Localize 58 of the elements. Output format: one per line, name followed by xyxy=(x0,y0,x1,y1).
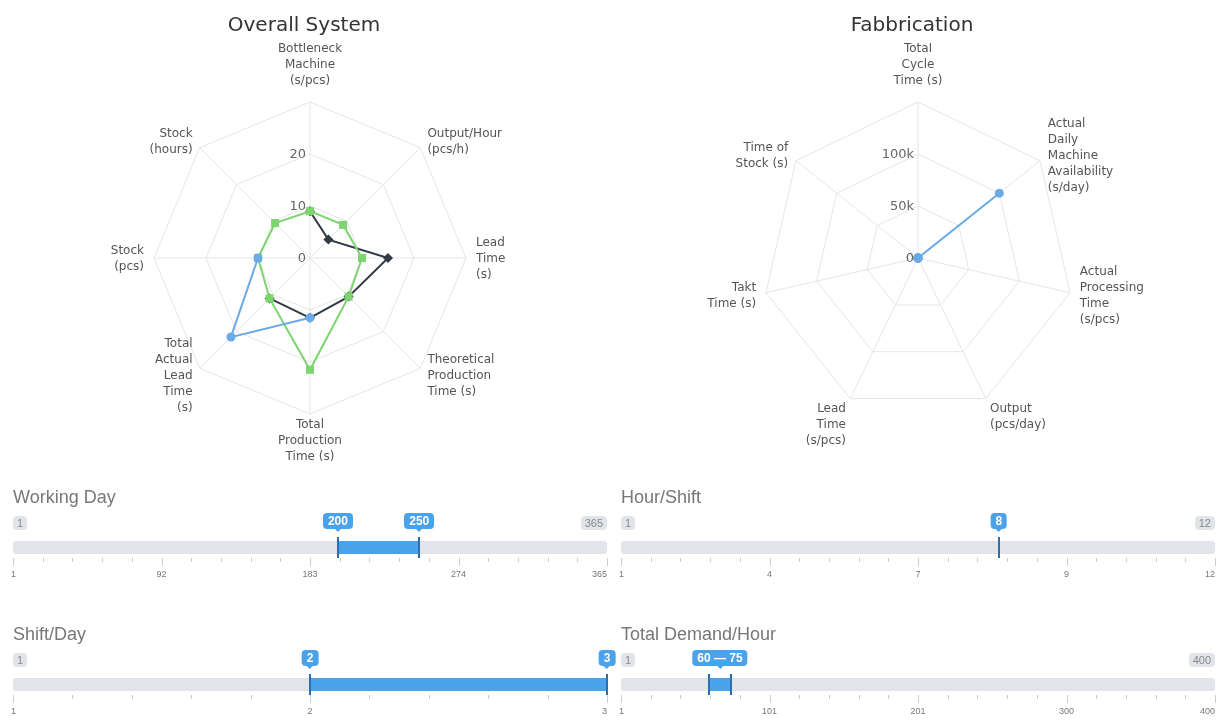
tick-label: 0 xyxy=(297,250,306,265)
scale-label: 3 xyxy=(602,706,607,716)
scale-label: 1 xyxy=(619,569,624,579)
tick-label: 20 xyxy=(289,146,306,161)
scale-label: 1 xyxy=(11,569,16,579)
scale-label: 1 xyxy=(11,706,16,716)
axis-label: Actual Daily Machine Availability (s/day) xyxy=(1047,115,1114,194)
tick-label: 10 xyxy=(289,198,306,213)
scale-label: 274 xyxy=(451,569,466,579)
value-bubble: 250 xyxy=(404,513,435,529)
axis-label: Theoretical Production Time (s) xyxy=(427,352,495,399)
max-value: 400 xyxy=(1188,653,1215,667)
slider-label: Hour/Shift xyxy=(621,487,703,509)
axis-label: Bottleneck Machine (s/pcs) xyxy=(277,43,343,87)
min-value: 1 xyxy=(621,653,636,667)
scale-label: 300 xyxy=(1059,706,1074,716)
chart-title: Overall System xyxy=(227,12,381,38)
min-value: 1 xyxy=(13,516,28,530)
axis-label: Output/Hour (pcs/h) xyxy=(427,125,502,156)
value-bubble: 60 — 75 xyxy=(692,650,748,666)
axis-label: Time of Stock (s) xyxy=(735,139,789,170)
axis-label: Total Actual Lead Time (s) xyxy=(155,336,193,415)
axis-label: Stock (pcs) xyxy=(110,243,144,273)
tick-label: 50k xyxy=(889,198,914,213)
scale-label: 92 xyxy=(156,569,167,579)
scale-label: 101 xyxy=(762,706,777,716)
slider-label: Working Day xyxy=(13,487,117,509)
slider-label: Shift/Day xyxy=(13,624,88,646)
axis-label: Takt Time (s) xyxy=(707,279,757,310)
scale-label: 1 xyxy=(619,706,624,716)
scale-label: 183 xyxy=(302,569,318,579)
axis-label: Stock (hours) xyxy=(149,125,193,156)
max-value: 365 xyxy=(580,516,607,530)
scale-label: 7 xyxy=(915,569,921,579)
min-value: 1 xyxy=(13,653,28,667)
scale-label: 400 xyxy=(1199,706,1215,716)
scale-label: 9 xyxy=(1064,569,1069,579)
scale-label: 2 xyxy=(307,706,313,716)
axis-label: Lead Time (s) xyxy=(476,235,506,281)
min-value: 1 xyxy=(621,516,636,530)
value-bubble: 200 xyxy=(322,513,353,529)
scale-label: 4 xyxy=(767,569,772,579)
scale-label: 201 xyxy=(910,706,926,716)
axis-label: Actual Processing Time (s/pcs) xyxy=(1079,263,1144,326)
chart-title: Fabbrication xyxy=(850,12,974,38)
axis-label: Total Cycle Time (s) xyxy=(893,43,943,87)
max-value: 12 xyxy=(1194,516,1215,530)
axis-label: Lead Time (s/pcs) xyxy=(805,400,846,447)
axis-label: Output (pcs/day) xyxy=(990,400,1046,431)
axis-label: Total Production Time (s) xyxy=(278,417,342,463)
slider-label: Total Demand/Hour xyxy=(621,624,778,646)
tick-label: 100k xyxy=(881,146,914,161)
value-bubble: 8 xyxy=(990,513,1008,529)
value-bubble: 2 xyxy=(301,650,319,666)
tick-label: 0 xyxy=(905,250,914,265)
value-bubble: 3 xyxy=(598,650,616,666)
scale-label: 12 xyxy=(1205,569,1215,579)
scale-label: 365 xyxy=(591,569,607,579)
